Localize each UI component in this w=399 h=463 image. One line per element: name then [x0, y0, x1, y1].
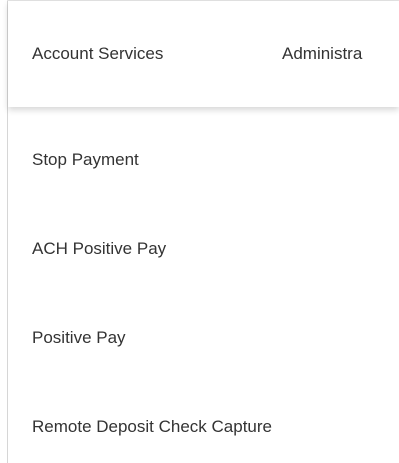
menu-item-remote-deposit-check-capture[interactable]: Remote Deposit Check Capture: [32, 415, 272, 439]
menu-item-ach-positive-pay[interactable]: ACH Positive Pay: [32, 237, 166, 261]
nav-tab-administration[interactable]: Administra: [282, 1, 362, 107]
app-frame: Account Services Administra Stop Payment…: [0, 0, 399, 463]
top-nav-bar: Account Services Administra: [8, 1, 399, 107]
menu-item-stop-payment[interactable]: Stop Payment: [32, 148, 139, 172]
menu-item-positive-pay[interactable]: Positive Pay: [32, 326, 126, 350]
nav-tab-account-services[interactable]: Account Services: [32, 1, 163, 107]
